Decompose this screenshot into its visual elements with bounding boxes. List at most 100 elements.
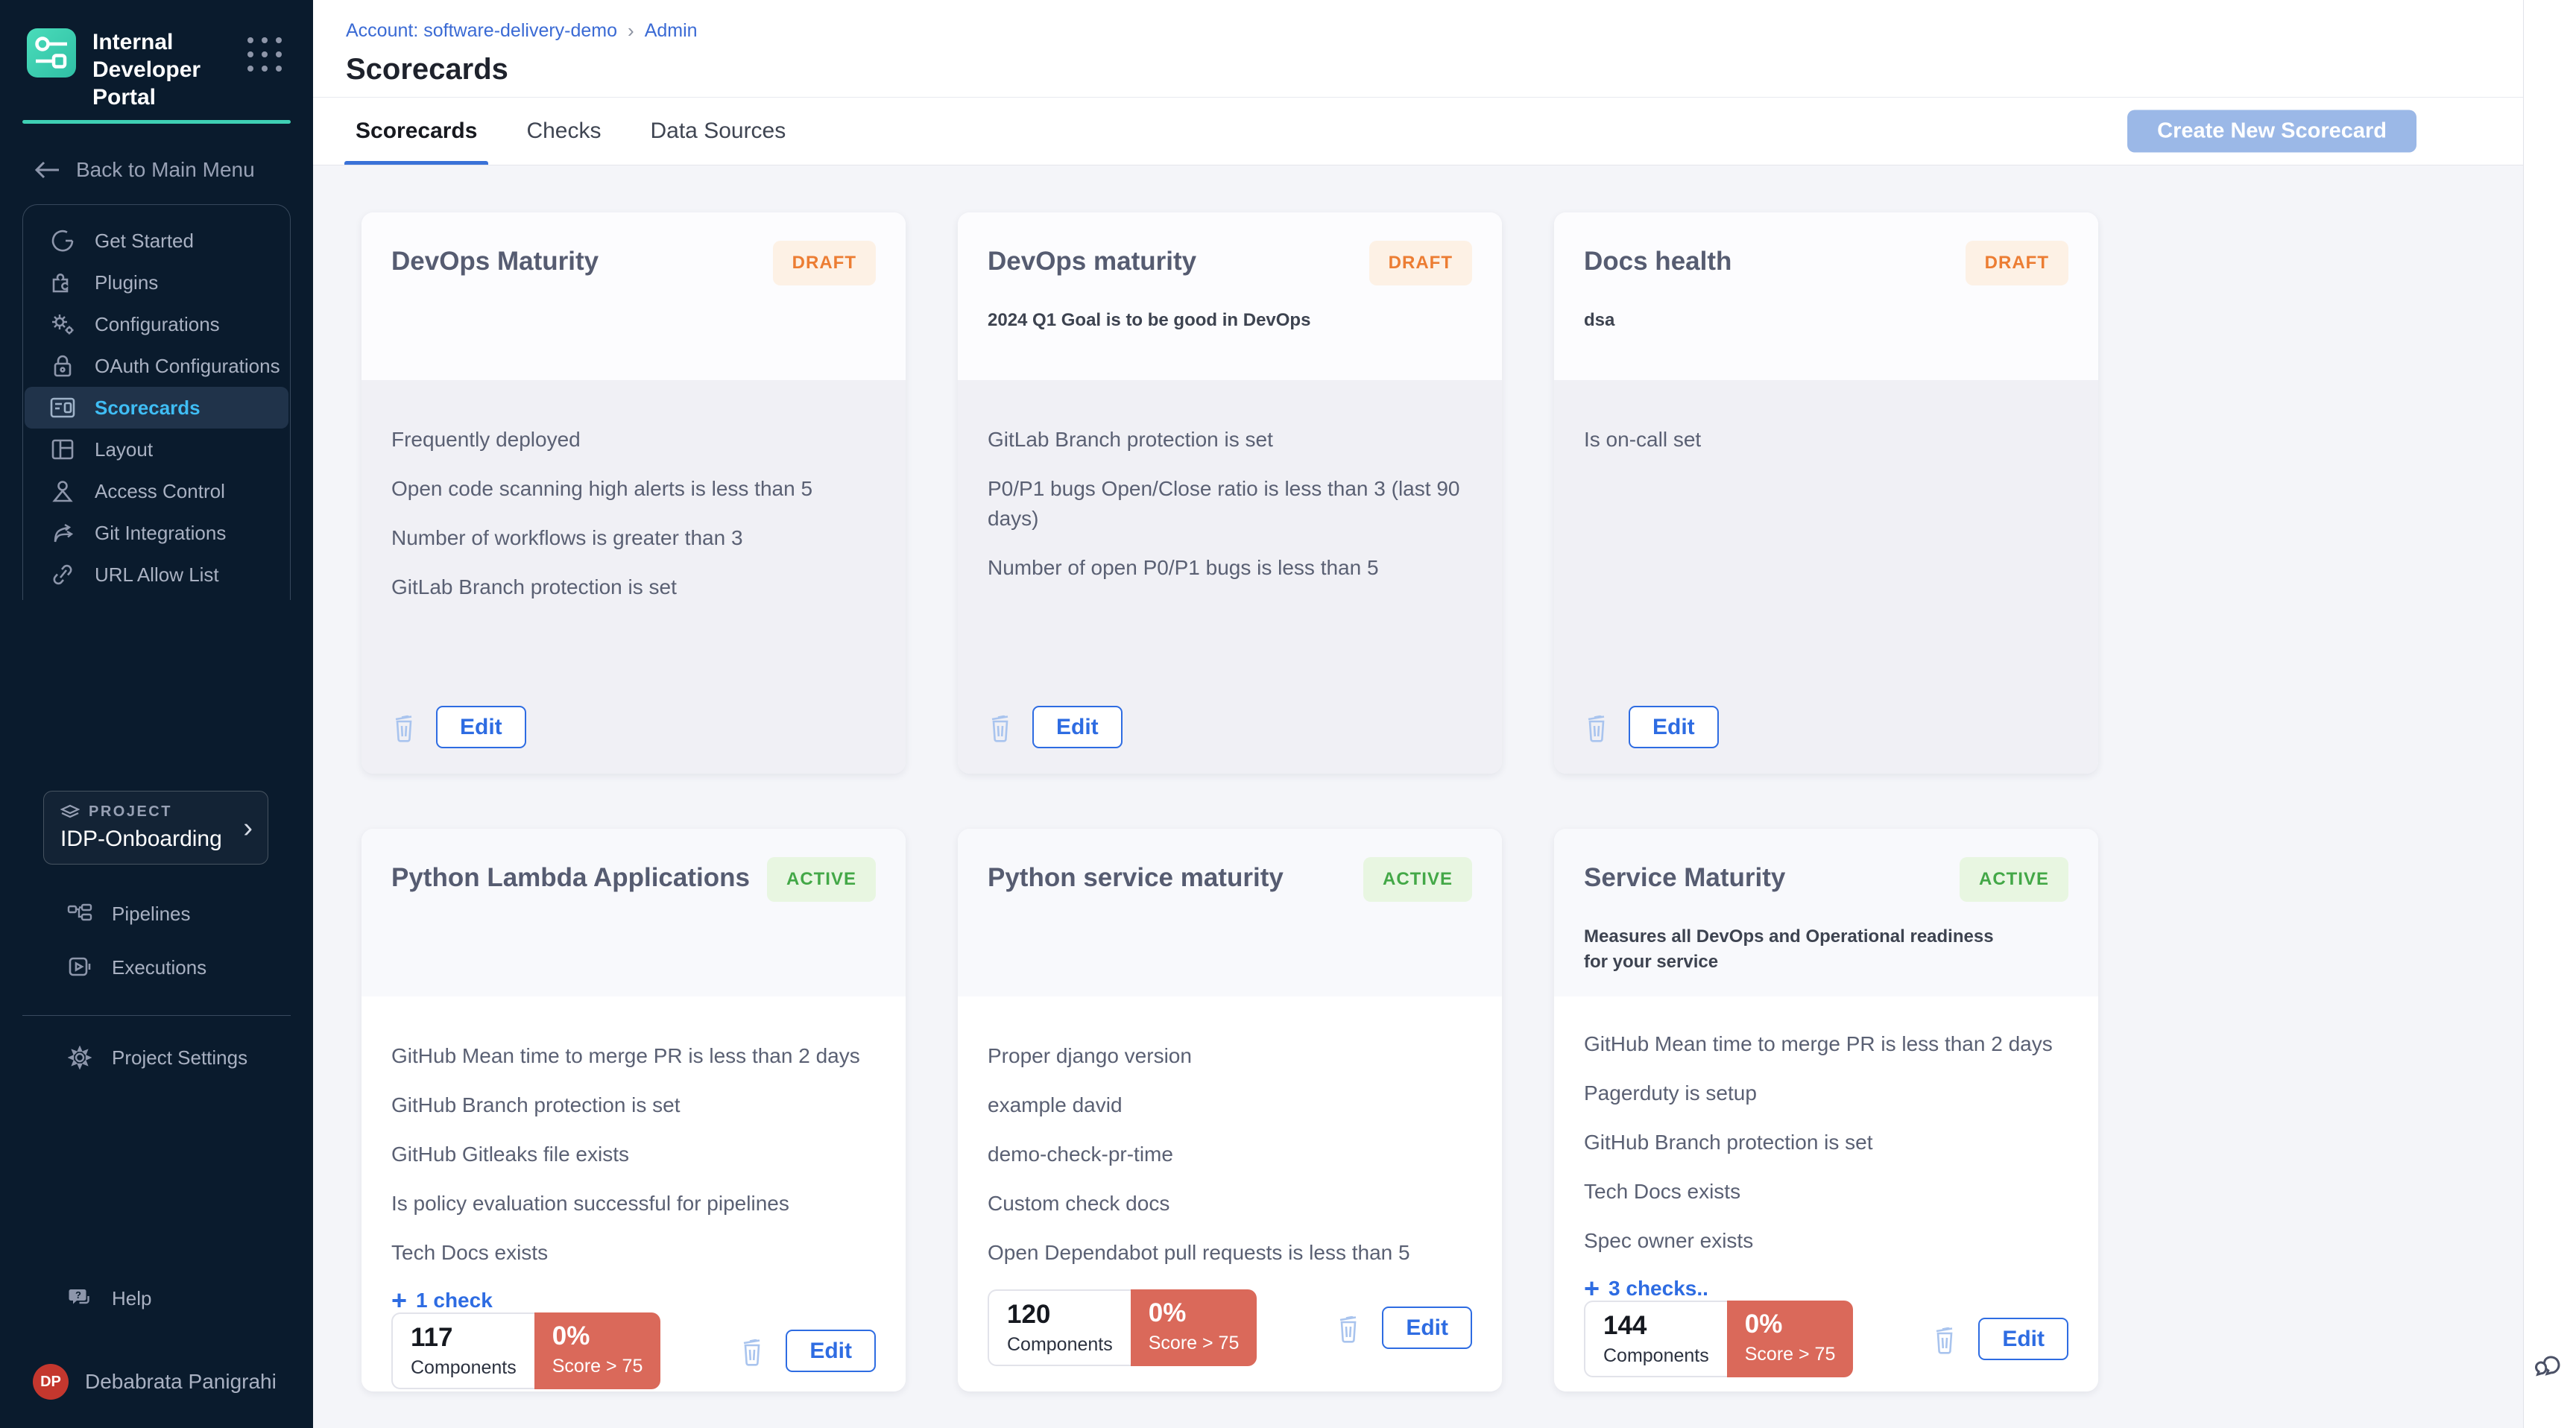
support-chat-icon[interactable] (2534, 1349, 2567, 1382)
status-badge: DRAFT (1966, 241, 2068, 285)
project-selector[interactable]: PROJECT IDP-Onboarding › (43, 791, 268, 865)
breadcrumb-account-link[interactable]: Account: software-delivery-demo (346, 20, 617, 42)
user-menu[interactable]: DP Debabrata Panigrahi (33, 1364, 291, 1428)
components-count: 120 (1007, 1300, 1113, 1330)
check-item: Tech Docs exists (391, 1238, 876, 1268)
delete-scorecard-button[interactable] (988, 713, 1014, 742)
back-to-main-menu[interactable]: Back to Main Menu (34, 158, 291, 182)
scorecard-card-python-service: Python service maturity ACTIVE Proper dj… (958, 829, 1502, 1391)
card-title: Python service maturity (988, 857, 1284, 893)
chevron-right-icon: › (243, 814, 253, 842)
puzzle-icon (44, 271, 81, 294)
edit-button[interactable]: Edit (436, 706, 526, 748)
project-name: IDP-Onboarding (60, 827, 251, 852)
tab-checks[interactable]: Checks (526, 98, 601, 165)
more-checks-link[interactable]: + 3 checks.. (1584, 1277, 2068, 1301)
status-badge: ACTIVE (1363, 857, 1472, 902)
gears-icon (44, 312, 81, 336)
branch-icon (44, 522, 81, 544)
score-percent: 0% (552, 1321, 643, 1351)
delete-scorecard-button[interactable] (739, 1336, 766, 1366)
status-badge: ACTIVE (767, 857, 876, 902)
edit-button[interactable]: Edit (1382, 1307, 1472, 1349)
layers-icon (60, 804, 80, 821)
sidebar-item-executions[interactable]: Executions (22, 947, 291, 988)
check-item: GitHub Branch protection is set (1584, 1128, 2068, 1157)
tab-scorecards[interactable]: Scorecards (356, 98, 477, 165)
trash-icon (988, 713, 1014, 742)
components-label: Components (1603, 1345, 1709, 1367)
sidebar-item-oauth-configurations[interactable]: OAuth Configurations (25, 345, 288, 387)
sidebar-divider (22, 1015, 291, 1016)
delete-scorecard-button[interactable] (1584, 713, 1611, 742)
delete-scorecard-button[interactable] (1336, 1313, 1363, 1343)
score-percent: 0% (1745, 1309, 1836, 1339)
sidebar-item-help[interactable]: ? Help (22, 1277, 291, 1319)
tab-bar: Scorecards Checks Data Sources Create Ne… (313, 98, 2523, 165)
edit-button[interactable]: Edit (1978, 1318, 2068, 1360)
sidebar-item-url-allow-list[interactable]: URL Allow List (25, 554, 288, 595)
main-area: Account: software-delivery-demo › Admin … (313, 0, 2576, 1428)
check-item: P0/P1 bugs Open/Close ratio is less than… (988, 474, 1472, 534)
score-percent: 0% (1149, 1298, 1240, 1328)
more-checks-link[interactable]: + 1 check (391, 1289, 876, 1312)
admin-nav-panel: Get Started Plugins Configurations OAuth… (22, 204, 291, 600)
sidebar-item-get-started[interactable]: Get Started (25, 220, 288, 262)
score-label: Score > 75 (1149, 1333, 1240, 1354)
scorecard-stats: 120 Components 0% Score > 75 (988, 1289, 1257, 1366)
logo-row: Internal Developer Portal (0, 0, 313, 111)
right-rail (2523, 0, 2576, 1428)
edit-button[interactable]: Edit (1629, 706, 1719, 748)
layout-icon (44, 438, 81, 461)
check-item: Is policy evaluation successful for pipe… (391, 1189, 876, 1219)
scorecard-icon (44, 397, 81, 419)
edit-button[interactable]: Edit (786, 1330, 876, 1372)
check-item: demo-check-pr-time (988, 1140, 1472, 1169)
sidebar-item-access-control[interactable]: Access Control (25, 470, 288, 512)
avatar: DP (33, 1364, 69, 1400)
scorecard-card-docs-health: Docs health DRAFT dsa Is on-call set Edi… (1554, 212, 2098, 774)
check-item: Tech Docs exists (1584, 1177, 2068, 1207)
delete-scorecard-button[interactable] (1932, 1324, 1959, 1354)
check-item: Custom check docs (988, 1189, 1472, 1219)
check-item: GitHub Mean time to merge PR is less tha… (391, 1041, 876, 1071)
delete-scorecard-button[interactable] (391, 713, 418, 742)
check-item: Number of open P0/P1 bugs is less than 5 (988, 553, 1472, 583)
scorecard-card-devops-maturity-2: DevOps maturity DRAFT 2024 Q1 Goal is to… (958, 212, 1502, 774)
sidebar-item-plugins[interactable]: Plugins (25, 262, 288, 303)
breadcrumb-admin-link[interactable]: Admin (645, 20, 698, 42)
sidebar-item-layout[interactable]: Layout (25, 429, 288, 470)
idp-logo-icon (27, 28, 76, 78)
executions-icon (61, 956, 98, 979)
app-title: Internal Developer Portal (92, 28, 249, 111)
card-title: Docs health (1584, 241, 1731, 277)
module-accent-divider (22, 120, 291, 124)
check-item: Frequently deployed (391, 425, 876, 455)
check-item: GitLab Branch protection is set (988, 425, 1472, 455)
sidebar-item-project-settings[interactable]: Project Settings (22, 1037, 291, 1078)
sidebar: Internal Developer Portal Back to Main M… (0, 0, 313, 1428)
link-icon (44, 563, 81, 586)
help-chat-icon: ? (61, 1287, 98, 1309)
lock-icon (44, 354, 81, 378)
page-header: Account: software-delivery-demo › Admin … (313, 0, 2523, 98)
sidebar-item-git-integrations[interactable]: Git Integrations (25, 512, 288, 554)
tab-data-sources[interactable]: Data Sources (650, 98, 786, 165)
edit-button[interactable]: Edit (1032, 706, 1123, 748)
status-badge: ACTIVE (1960, 857, 2068, 902)
components-count: 144 (1603, 1311, 1709, 1341)
sidebar-item-configurations[interactable]: Configurations (25, 303, 288, 345)
scorecards-content: DevOps Maturity DRAFT Frequently deploye… (313, 165, 2523, 1428)
trash-icon (1336, 1313, 1363, 1343)
plus-icon: + (391, 1289, 407, 1312)
arrow-left-icon (34, 161, 60, 179)
check-item: Proper django version (988, 1041, 1472, 1071)
score-badge: 0% Score > 75 (1727, 1301, 1854, 1377)
score-badge: 0% Score > 75 (534, 1312, 661, 1389)
check-item: example david (988, 1090, 1472, 1120)
sidebar-item-pipelines[interactable]: Pipelines (22, 893, 291, 935)
components-label: Components (1007, 1334, 1113, 1356)
create-new-scorecard-button[interactable]: Create New Scorecard (2127, 110, 2416, 153)
sidebar-item-scorecards[interactable]: Scorecards (25, 387, 288, 429)
app-grid-icon[interactable] (247, 37, 282, 72)
